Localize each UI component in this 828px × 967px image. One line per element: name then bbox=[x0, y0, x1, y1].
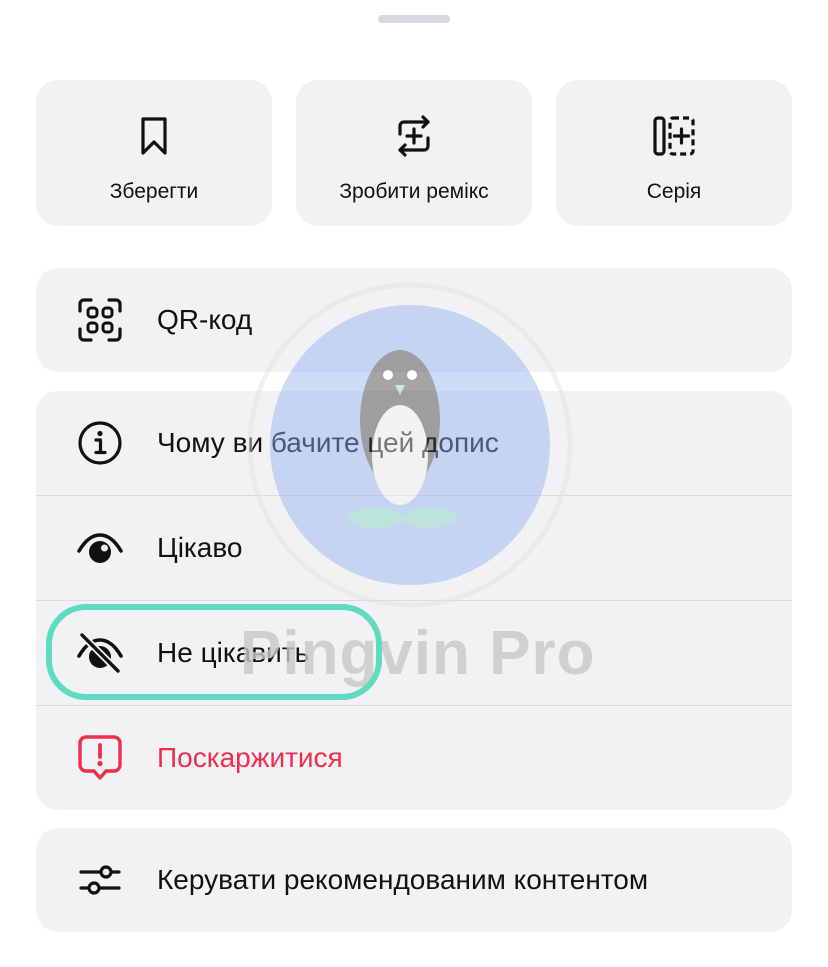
qr-code-button[interactable]: QR-код bbox=[36, 268, 792, 372]
sheet-grabber[interactable] bbox=[378, 15, 450, 23]
interested-label: Цікаво bbox=[157, 532, 243, 563]
bookmark-icon bbox=[141, 117, 167, 155]
why-seeing-post-button[interactable]: Чому ви бачите цей допис bbox=[36, 391, 792, 495]
qr-code-label: QR-код bbox=[157, 304, 253, 335]
info-icon bbox=[78, 421, 122, 465]
manage-recommended-content-label: Керувати рекомендованим контентом bbox=[157, 864, 649, 895]
not-interested-label: Не цікавить bbox=[157, 637, 310, 668]
report-icon bbox=[78, 735, 122, 780]
report-label: Поскаржитися bbox=[157, 742, 343, 773]
eye-off-icon bbox=[77, 631, 123, 675]
remix-button[interactable]: Зробити ремікс bbox=[296, 80, 532, 226]
qr-card: QR-код bbox=[36, 268, 792, 372]
interested-button[interactable]: Цікаво bbox=[36, 495, 792, 600]
report-button[interactable]: Поскаржитися bbox=[36, 705, 792, 810]
eye-icon bbox=[77, 533, 123, 563]
not-interested-button[interactable]: Не цікавить bbox=[36, 600, 792, 705]
remix-icon bbox=[398, 115, 430, 157]
save-label: Зберегти bbox=[109, 180, 199, 203]
series-add-icon bbox=[653, 116, 695, 156]
remix-label: Зробити ремікс bbox=[339, 180, 489, 203]
manage-recommended-content-button[interactable]: Керувати рекомендованим контентом bbox=[36, 828, 792, 932]
series-button[interactable]: Серія bbox=[556, 80, 792, 226]
post-options-card: Чому ви бачите цей допис Цікаво Не цікав… bbox=[36, 391, 792, 810]
series-label: Серія bbox=[646, 180, 702, 203]
manage-card: Керувати рекомендованим контентом bbox=[36, 828, 792, 932]
qr-code-icon bbox=[78, 298, 122, 342]
why-seeing-post-label: Чому ви бачите цей допис bbox=[157, 427, 499, 458]
sliders-icon bbox=[79, 865, 121, 895]
save-button[interactable]: Зберегти bbox=[36, 80, 272, 226]
